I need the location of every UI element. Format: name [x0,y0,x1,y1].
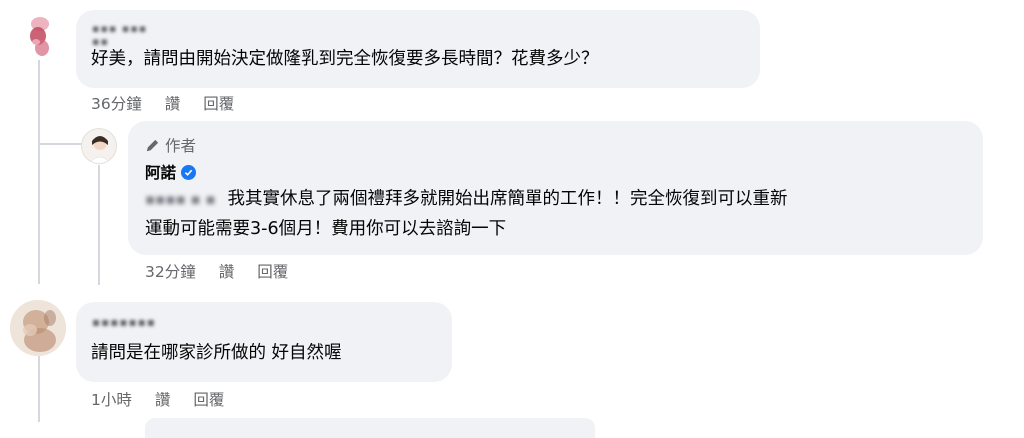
author-tag: 作者 [145,134,196,156]
comment-1-like-button[interactable]: 讚 [165,92,181,114]
comment-2-time[interactable]: 1小時 [91,388,132,410]
commenter-2-name[interactable]: ▪▪▪▪▪▪▪ [92,315,172,329]
comment-1-meta: 36分鐘 讚 回覆 [91,92,257,114]
comment-1-time[interactable]: 36分鐘 [91,92,142,114]
thread-line-branch [38,143,82,145]
author-avatar[interactable] [81,128,117,164]
comment-1-reply-button[interactable]: 回覆 [203,92,234,114]
author-name-text[interactable]: 阿諾 [145,161,176,183]
thread-line-second [38,355,40,422]
reply-text-1: 我其實休息了兩個禮拜多就開始出席簡單的工作！！完全恢復到可以重新 [227,189,788,209]
reply-reply-button[interactable]: 回覆 [257,260,288,282]
commenter-2-avatar[interactable] [10,300,66,356]
next-item-edge [145,418,595,438]
comment-2-meta: 1小時 讚 回覆 [91,388,247,410]
comment-1-text: 好美，請問由開始決定做隆乳到完全恢復要多長時間？花費多少？ [91,49,599,69]
mentioned-user[interactable]: ▪▪▪▪ ▪ ▪ [145,184,216,215]
reply-meta: 32分鐘 讚 回覆 [145,260,311,282]
author-tag-label: 作者 [165,137,197,155]
reply-time[interactable]: 32分鐘 [145,260,196,282]
commenter-1-avatar[interactable] [22,12,58,58]
thread-line-reply [98,165,100,285]
author-name[interactable]: 阿諾 [145,161,197,183]
verified-badge-icon [181,164,197,180]
comment-2-text: 請問是在哪家診所做的 好自然喔 [91,343,342,363]
comment-2-reply-button[interactable]: 回覆 [193,388,224,410]
thread-line-main [38,60,40,284]
reply-text-line-2: 運動可能需要3-6個月！費用你可以去諮詢一下 [145,219,507,239]
pen-icon [145,138,160,153]
comment-2-like-button[interactable]: 讚 [155,388,171,410]
reply-text-line-1: ▪▪▪▪ ▪ ▪ 我其實休息了兩個禮拜多就開始出席簡單的工作！！完全恢復到可以重新 [145,184,788,215]
reply-like-button[interactable]: 讚 [219,260,235,282]
